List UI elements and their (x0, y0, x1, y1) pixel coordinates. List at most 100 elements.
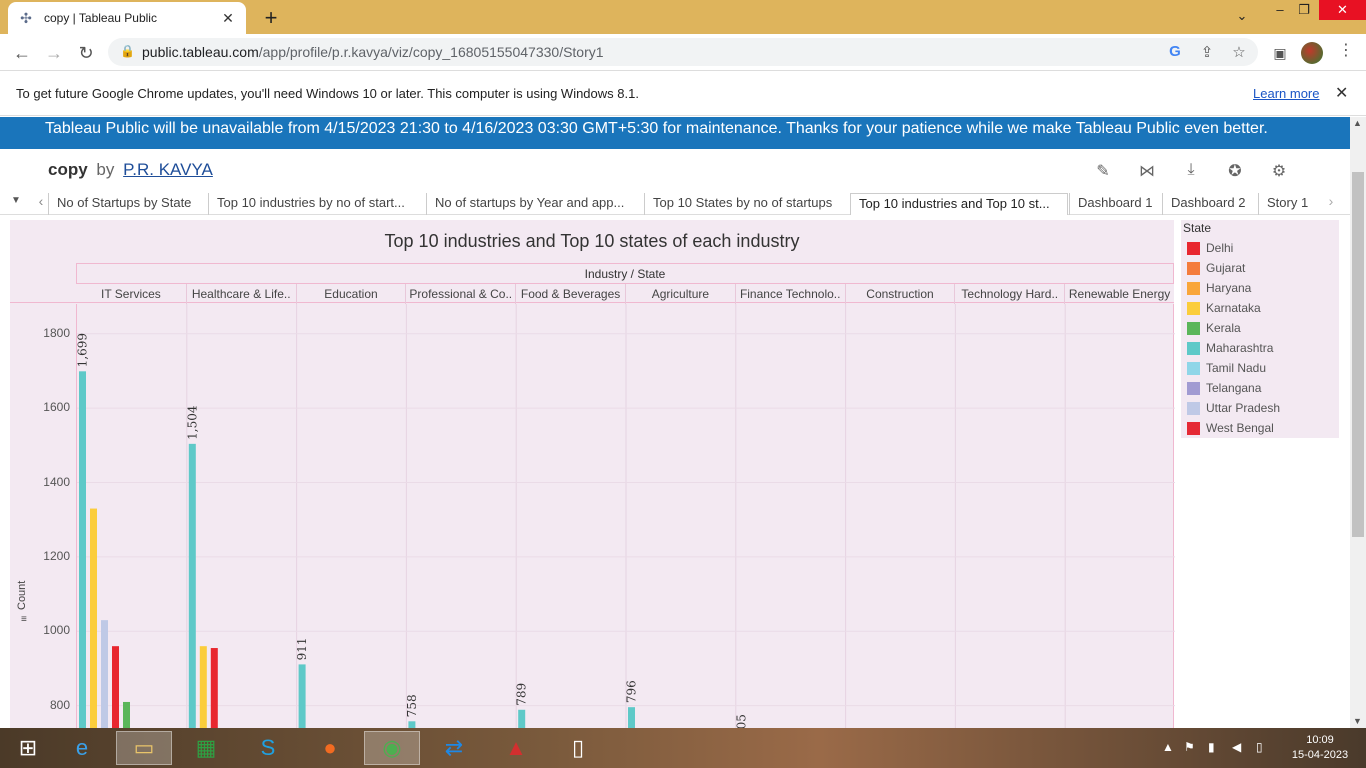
maintenance-text: Tableau Public will be unavailable from … (45, 120, 1268, 137)
legend-item[interactable]: Kerala (1187, 318, 1241, 338)
story-tab-7[interactable]: Dashboard 2 (1162, 193, 1256, 215)
legend-item[interactable]: Delhi (1187, 238, 1233, 258)
legend-item[interactable]: Uttar Pradesh (1187, 398, 1280, 418)
edit-icon[interactable]: ✎ (1092, 161, 1114, 183)
y-tick-label: 1400 (43, 474, 70, 489)
chrome-update-infobar: To get future Google Chrome updates, you… (0, 72, 1366, 116)
viz-by: by (96, 160, 115, 179)
story-tab-6[interactable]: Dashboard 1 (1069, 193, 1161, 215)
back-icon[interactable]: ← (10, 41, 34, 65)
chart-title: Top 10 industries and Top 10 states of e… (384, 231, 800, 251)
state-legend: State Delhi Gujarat Haryana Karnataka Kerala… (1181, 220, 1339, 438)
story-tab-2[interactable]: Top 10 industries by no of start... (208, 193, 424, 215)
url-path: /app/profile/p.r.kavya/viz/copy_16805155… (258, 44, 604, 60)
file-explorer-icon[interactable]: ▭ (116, 731, 172, 765)
windows-start-icon[interactable]: ⊞ (0, 731, 56, 765)
legend-swatch (1187, 281, 1200, 295)
scroll-up-icon[interactable]: ▲ (1353, 118, 1362, 128)
column-header-title: Industry / State (76, 263, 1174, 283)
tray-arrow-icon[interactable]: ▲ (1162, 740, 1174, 754)
signal-icon[interactable]: ▮ (1208, 740, 1215, 754)
y-axis-label: Count (16, 580, 28, 610)
bar-delhi (112, 646, 119, 728)
chrome-icon[interactable]: ◉ (364, 731, 420, 765)
legend-swatch (1187, 301, 1200, 315)
y-tick-label: 1800 (43, 325, 70, 340)
bar-maharashtra (188, 443, 196, 728)
flag-icon[interactable]: ⚑ (1184, 740, 1195, 754)
legend-item[interactable]: Maharashtra (1187, 338, 1273, 358)
bar-uttar-pradesh (101, 620, 108, 728)
lock-icon: 🔒 (120, 44, 135, 58)
tab-close-icon[interactable]: ✕ (220, 10, 236, 27)
volume-icon[interactable]: ◀ (1232, 740, 1241, 754)
bar-value-label: 705 (734, 714, 748, 728)
plot-area[interactable]: 1,699 1,504 911 758 789 796 705 (76, 304, 1175, 728)
store-icon[interactable]: ▦ (178, 731, 234, 765)
share-viz-icon[interactable]: ⋈ (1136, 161, 1158, 183)
scroll-down-icon[interactable]: ▼ (1353, 716, 1362, 726)
legend-item[interactable]: Telangana (1187, 378, 1261, 398)
tabs-next-icon[interactable]: › (1320, 193, 1342, 213)
bar-delhi (210, 648, 218, 728)
profile-avatar[interactable] (1301, 42, 1323, 64)
bars-svg: 1,699 1,504 911 758 789 796 705 (77, 304, 1175, 728)
author-link[interactable]: P.R. KAVYA (123, 160, 213, 179)
legend-item[interactable]: Gujarat (1187, 258, 1245, 278)
skype-icon[interactable]: S (240, 731, 296, 765)
legend-swatch (1187, 361, 1200, 375)
industry-header: Professional & Co.. (405, 284, 515, 304)
share-icon[interactable]: ⇪ (1198, 43, 1216, 61)
story-tab-1[interactable]: No of Startups by State (48, 193, 206, 215)
tabs-dropdown-icon[interactable]: ▼ (4, 195, 28, 211)
blank-document-icon[interactable]: ▯ (550, 731, 606, 765)
legend-label: Telangana (1206, 381, 1262, 395)
reload-icon[interactable]: ↻ (74, 41, 98, 65)
minimize-icon[interactable]: – (1268, 2, 1292, 22)
story-tab-3[interactable]: No of startups by Year and app... (426, 193, 642, 215)
legend-item[interactable]: Tamil Nadu (1187, 358, 1266, 378)
bar-maharashtra (628, 707, 635, 728)
favorite-badge-icon[interactable]: ✪ (1224, 161, 1246, 183)
bar-maharashtra (79, 371, 86, 728)
sort-icon[interactable]: ≡ (21, 614, 27, 625)
download-icon[interactable]: ⤓ (1180, 161, 1202, 183)
side-panel-icon[interactable]: ▣ (1268, 41, 1292, 65)
firefox-icon[interactable]: ● (302, 731, 358, 765)
legend-item[interactable]: Haryana (1187, 278, 1251, 298)
learn-more-link[interactable]: Learn more (1253, 86, 1319, 101)
story-tab-8[interactable]: Story 1 (1258, 193, 1318, 215)
bar-value-label: 1,504 (185, 405, 199, 440)
taskbar-clock[interactable]: 10:09 15-04-2023 (1290, 733, 1350, 763)
tab-search-icon[interactable]: ⌄ (1232, 8, 1252, 28)
legend-label: Uttar Pradesh (1206, 401, 1281, 415)
settings-gear-icon[interactable]: ⚙ (1268, 161, 1290, 183)
bar-maharashtra (408, 721, 416, 728)
industry-header: Technology Hard.. (954, 284, 1064, 304)
story-tab-5-active[interactable]: Top 10 industries and Top 10 st... (850, 193, 1068, 215)
more-menu-icon[interactable]: ⋮ (1338, 40, 1354, 60)
forward-icon[interactable]: → (42, 41, 66, 65)
legend-swatch (1187, 241, 1200, 255)
browser-tab[interactable]: ✣ copy | Tableau Public ✕ (8, 2, 246, 34)
bar-karnataka (199, 646, 207, 728)
maintenance-banner: Tableau Public will be unavailable from … (0, 117, 1350, 149)
new-tab-icon[interactable]: + (260, 5, 282, 31)
teamviewer-icon[interactable]: ⇄ (426, 731, 482, 765)
battery-icon[interactable]: ▯ (1256, 740, 1263, 754)
chart-panel: Top 10 industries and Top 10 states of e… (10, 220, 1175, 728)
page-scrollbar[interactable]: ▲ ▼ (1350, 117, 1366, 728)
restore-icon[interactable]: ❐ (1294, 2, 1314, 22)
infobar-close-icon[interactable]: ✕ (1335, 83, 1348, 103)
address-bar[interactable]: 🔒 public.tableau.com/app/profile/p.r.kav… (108, 38, 1258, 66)
google-translate-icon[interactable]: G (1166, 43, 1184, 60)
acrobat-icon[interactable]: ▲ (488, 731, 544, 765)
internet-explorer-icon[interactable]: e (54, 731, 110, 765)
bar-value-label: 758 (405, 694, 419, 717)
scrollbar-thumb[interactable] (1352, 172, 1364, 537)
story-tab-4[interactable]: Top 10 States by no of startups (644, 193, 850, 215)
window-close-icon[interactable]: ✕ (1319, 0, 1366, 20)
bookmark-star-icon[interactable]: ☆ (1230, 43, 1248, 61)
legend-item[interactable]: West Bengal (1187, 418, 1274, 438)
legend-item[interactable]: Karnataka (1187, 298, 1261, 318)
